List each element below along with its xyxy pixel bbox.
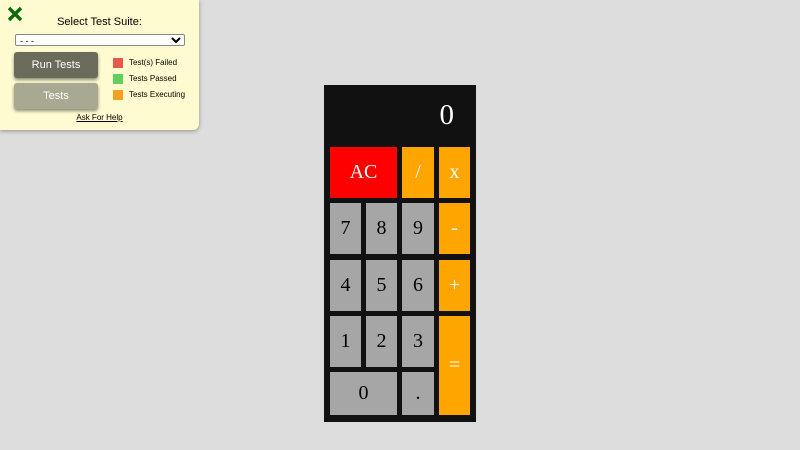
two-button[interactable]: 2: [366, 316, 397, 367]
three-button[interactable]: 3: [402, 316, 434, 367]
four-button[interactable]: 4: [330, 260, 361, 311]
legend-executing: Tests Executing: [113, 89, 185, 100]
legend-passed-label: Tests Passed: [129, 74, 177, 83]
ask-for-help-link[interactable]: Ask For Help: [0, 113, 199, 122]
six-button[interactable]: 6: [402, 260, 434, 311]
eight-button[interactable]: 8: [366, 203, 397, 254]
legend-failed: Test(s) Failed: [113, 57, 177, 68]
legend-passed-swatch: [113, 73, 123, 84]
seven-button[interactable]: 7: [330, 203, 361, 254]
calculator: 0 AC / x 7 8 9 - 4 5 6 + 1 2 3 = 0 .: [324, 85, 476, 422]
test-suite-panel: Select Test Suite: - - - Run Tests Tests…: [0, 0, 199, 130]
calculator-display: 0: [439, 99, 455, 131]
legend-failed-label: Test(s) Failed: [129, 58, 178, 67]
suite-select-label: Select Test Suite:: [57, 16, 142, 28]
zero-button[interactable]: 0: [330, 372, 397, 415]
divide-button[interactable]: /: [402, 147, 434, 198]
multiply-button[interactable]: x: [439, 147, 470, 198]
nine-button[interactable]: 9: [402, 203, 434, 254]
add-button[interactable]: +: [439, 260, 470, 311]
subtract-button[interactable]: -: [439, 203, 470, 254]
equals-button[interactable]: =: [439, 316, 470, 415]
clear-button[interactable]: AC: [330, 147, 397, 198]
run-tests-button[interactable]: Run Tests: [14, 52, 98, 78]
legend-passed: Tests Passed: [113, 73, 177, 84]
legend-failed-swatch: [113, 57, 123, 68]
one-button[interactable]: 1: [330, 316, 361, 367]
tests-button[interactable]: Tests: [14, 83, 98, 109]
legend-executing-label: Tests Executing: [129, 90, 186, 99]
test-suite-select[interactable]: - - -: [15, 34, 185, 46]
legend-executing-swatch: [113, 89, 123, 100]
five-button[interactable]: 5: [366, 260, 397, 311]
decimal-button[interactable]: .: [402, 372, 434, 415]
